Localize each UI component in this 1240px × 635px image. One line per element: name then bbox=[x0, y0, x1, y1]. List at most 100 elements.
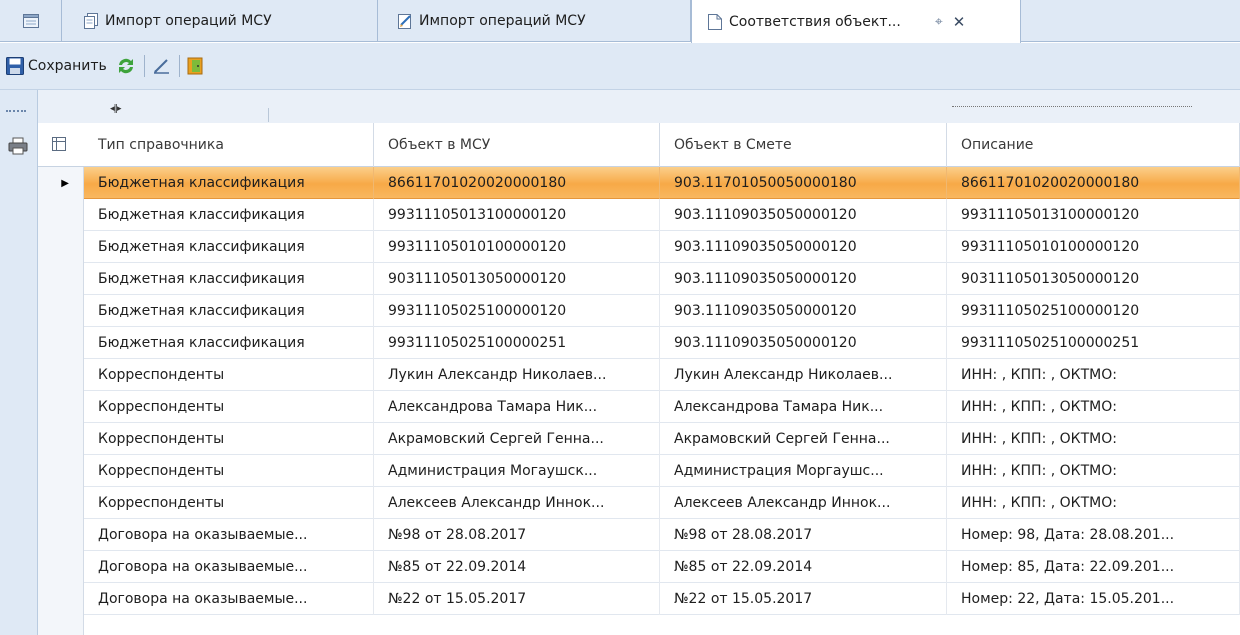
cell-msu-object[interactable]: 99311105025100000120 bbox=[374, 295, 660, 327]
table-row[interactable]: Бюджетная классификация 99311105025100000… bbox=[38, 327, 1240, 359]
cell-msu-object[interactable]: Лукин Александр Николаев... bbox=[374, 359, 660, 391]
pin-icon[interactable]: ⌖ bbox=[935, 14, 943, 30]
table-row[interactable]: Бюджетная классификация 99311105025100000… bbox=[38, 295, 1240, 327]
tab-object-mappings[interactable]: Соответствия объект... ⌖ ✕ bbox=[691, 0, 1021, 43]
cell-reference-type[interactable]: Бюджетная классификация bbox=[84, 327, 374, 359]
cell-reference-type[interactable]: Бюджетная классификация bbox=[84, 295, 374, 327]
cell-reference-type[interactable]: Договора на оказываемые... bbox=[84, 551, 374, 583]
refresh-button[interactable] bbox=[111, 52, 141, 80]
cell-msu-object[interactable]: Александрова Тамара Ник... bbox=[374, 391, 660, 423]
row-indicator[interactable] bbox=[38, 519, 84, 551]
cell-estimate-object[interactable]: 903.11109035050000120 bbox=[660, 327, 947, 359]
column-header-description[interactable]: Описание bbox=[947, 123, 1240, 167]
cell-estimate-object[interactable]: Алексеев Александр Иннок... bbox=[660, 487, 947, 519]
cell-reference-type[interactable]: Корреспонденты bbox=[84, 359, 374, 391]
column-chooser-icon[interactable] bbox=[52, 137, 66, 151]
row-indicator[interactable] bbox=[38, 327, 84, 359]
cell-description[interactable]: 90311105013050000120 bbox=[947, 263, 1240, 295]
tab-import-operations-1[interactable]: Импорт операций МСУ bbox=[62, 0, 378, 42]
table-row[interactable]: ▶ Бюджетная классификация 8661170102002000… bbox=[38, 167, 1240, 199]
cell-estimate-object[interactable]: №85 от 22.09.2014 bbox=[660, 551, 947, 583]
cell-estimate-object[interactable]: №22 от 15.05.2017 bbox=[660, 583, 947, 615]
cell-reference-type[interactable]: Бюджетная классификация bbox=[84, 231, 374, 263]
panel-grip[interactable] bbox=[6, 110, 26, 112]
cell-estimate-object[interactable]: 903.11109035050000120 bbox=[660, 295, 947, 327]
cell-estimate-object[interactable]: 903.11109035050000120 bbox=[660, 263, 947, 295]
cell-description[interactable]: 99311105025100000251 bbox=[947, 327, 1240, 359]
cell-reference-type[interactable]: Корреспонденты bbox=[84, 455, 374, 487]
pen-tool-button[interactable] bbox=[148, 52, 176, 80]
row-indicator[interactable] bbox=[38, 455, 84, 487]
cell-msu-object[interactable]: №98 от 28.08.2017 bbox=[374, 519, 660, 551]
cell-reference-type[interactable]: Договора на оказываемые... bbox=[84, 583, 374, 615]
close-tab-icon[interactable]: ✕ bbox=[953, 13, 966, 31]
printer-icon[interactable] bbox=[8, 137, 28, 155]
cell-description[interactable]: Номер: 98, Дата: 28.08.201... bbox=[947, 519, 1240, 551]
tab-home[interactable] bbox=[0, 0, 62, 42]
exit-button[interactable] bbox=[183, 52, 209, 80]
cell-description[interactable]: 99311105025100000120 bbox=[947, 295, 1240, 327]
row-indicator[interactable] bbox=[38, 391, 84, 423]
table-row[interactable]: Договора на оказываемые... №85 от 22.09.2… bbox=[38, 551, 1240, 583]
row-indicator[interactable]: ▶ bbox=[38, 167, 84, 199]
cell-msu-object[interactable]: 90311105013050000120 bbox=[374, 263, 660, 295]
row-indicator[interactable] bbox=[38, 583, 84, 615]
table-row[interactable]: Корреспонденты Администрация Могаушск... А… bbox=[38, 455, 1240, 487]
cell-estimate-object[interactable]: Администрация Моргаушс... bbox=[660, 455, 947, 487]
cell-reference-type[interactable]: Договора на оказываемые... bbox=[84, 519, 374, 551]
column-header-estimate-object[interactable]: Объект в Смете bbox=[660, 123, 947, 167]
cell-estimate-object[interactable]: Александрова Тамара Ник... bbox=[660, 391, 947, 423]
row-indicator[interactable] bbox=[38, 263, 84, 295]
cell-reference-type[interactable]: Корреспонденты bbox=[84, 487, 374, 519]
cell-description[interactable]: ИНН: , КПП: , ОКТМО: bbox=[947, 455, 1240, 487]
save-button[interactable]: Сохранить bbox=[2, 52, 111, 80]
table-row[interactable]: Договора на оказываемые... №22 от 15.05.2… bbox=[38, 583, 1240, 615]
cell-description[interactable]: ИНН: , КПП: , ОКТМО: bbox=[947, 487, 1240, 519]
row-indicator[interactable] bbox=[38, 231, 84, 263]
cell-msu-object[interactable]: Акрамовский Сергей Генна... bbox=[374, 423, 660, 455]
cell-reference-type[interactable]: Бюджетная классификация bbox=[84, 167, 374, 199]
cell-msu-object[interactable]: 99311105010100000120 bbox=[374, 231, 660, 263]
cell-estimate-object[interactable]: Лукин Александр Николаев... bbox=[660, 359, 947, 391]
cell-reference-type[interactable]: Бюджетная классификация bbox=[84, 199, 374, 231]
cell-msu-object[interactable]: Администрация Могаушск... bbox=[374, 455, 660, 487]
row-indicator[interactable] bbox=[38, 551, 84, 583]
table-row[interactable]: Бюджетная классификация 99311105010100000… bbox=[38, 231, 1240, 263]
cell-msu-object[interactable]: Алексеев Александр Иннок... bbox=[374, 487, 660, 519]
table-row[interactable]: Договора на оказываемые... №98 от 28.08.2… bbox=[38, 519, 1240, 551]
table-row[interactable]: Бюджетная классификация 99311105013100000… bbox=[38, 199, 1240, 231]
table-row[interactable]: Корреспонденты Акрамовский Сергей Генна..… bbox=[38, 423, 1240, 455]
cell-estimate-object[interactable]: 903.11109035050000120 bbox=[660, 199, 947, 231]
cell-description[interactable]: ИНН: , КПП: , ОКТМО: bbox=[947, 423, 1240, 455]
cell-reference-type[interactable]: Корреспонденты bbox=[84, 423, 374, 455]
cell-estimate-object[interactable]: Акрамовский Сергей Генна... bbox=[660, 423, 947, 455]
cell-description[interactable]: 86611701020020000180 bbox=[947, 167, 1240, 199]
cell-msu-object[interactable]: 99311105025100000251 bbox=[374, 327, 660, 359]
cell-description[interactable]: Номер: 85, Дата: 22.09.201... bbox=[947, 551, 1240, 583]
row-indicator[interactable] bbox=[38, 359, 84, 391]
table-row[interactable]: Корреспонденты Лукин Александр Николаев..… bbox=[38, 359, 1240, 391]
column-scroll-range[interactable] bbox=[952, 106, 1192, 116]
row-indicator[interactable] bbox=[38, 423, 84, 455]
table-row[interactable]: Корреспонденты Алексеев Александр Иннок..… bbox=[38, 487, 1240, 519]
cell-estimate-object[interactable]: 903.11701050050000180 bbox=[660, 167, 947, 199]
column-header-msu-object[interactable]: Объект в МСУ bbox=[374, 123, 660, 167]
cell-msu-object[interactable]: №22 от 15.05.2017 bbox=[374, 583, 660, 615]
table-row[interactable]: Бюджетная классификация 90311105013050000… bbox=[38, 263, 1240, 295]
cell-estimate-object[interactable]: 903.11109035050000120 bbox=[660, 231, 947, 263]
cell-reference-type[interactable]: Корреспонденты bbox=[84, 391, 374, 423]
row-indicator[interactable] bbox=[38, 295, 84, 327]
cell-description[interactable]: ИНН: , КПП: , ОКТМО: bbox=[947, 359, 1240, 391]
column-header-reference-type[interactable]: Тип справочника bbox=[84, 123, 374, 167]
column-scroll-thumb[interactable]: ◂‖▸ bbox=[110, 104, 130, 114]
cell-msu-object[interactable]: 99311105013100000120 bbox=[374, 199, 660, 231]
cell-msu-object[interactable]: №85 от 22.09.2014 bbox=[374, 551, 660, 583]
cell-description[interactable]: Номер: 22, Дата: 15.05.201... bbox=[947, 583, 1240, 615]
cell-reference-type[interactable]: Бюджетная классификация bbox=[84, 263, 374, 295]
tab-import-operations-2[interactable]: Импорт операций МСУ bbox=[378, 0, 691, 42]
row-indicator[interactable] bbox=[38, 199, 84, 231]
cell-description[interactable]: 99311105010100000120 bbox=[947, 231, 1240, 263]
cell-msu-object[interactable]: 86611701020020000180 bbox=[374, 167, 660, 199]
cell-description[interactable]: 99311105013100000120 bbox=[947, 199, 1240, 231]
row-indicator[interactable] bbox=[38, 487, 84, 519]
